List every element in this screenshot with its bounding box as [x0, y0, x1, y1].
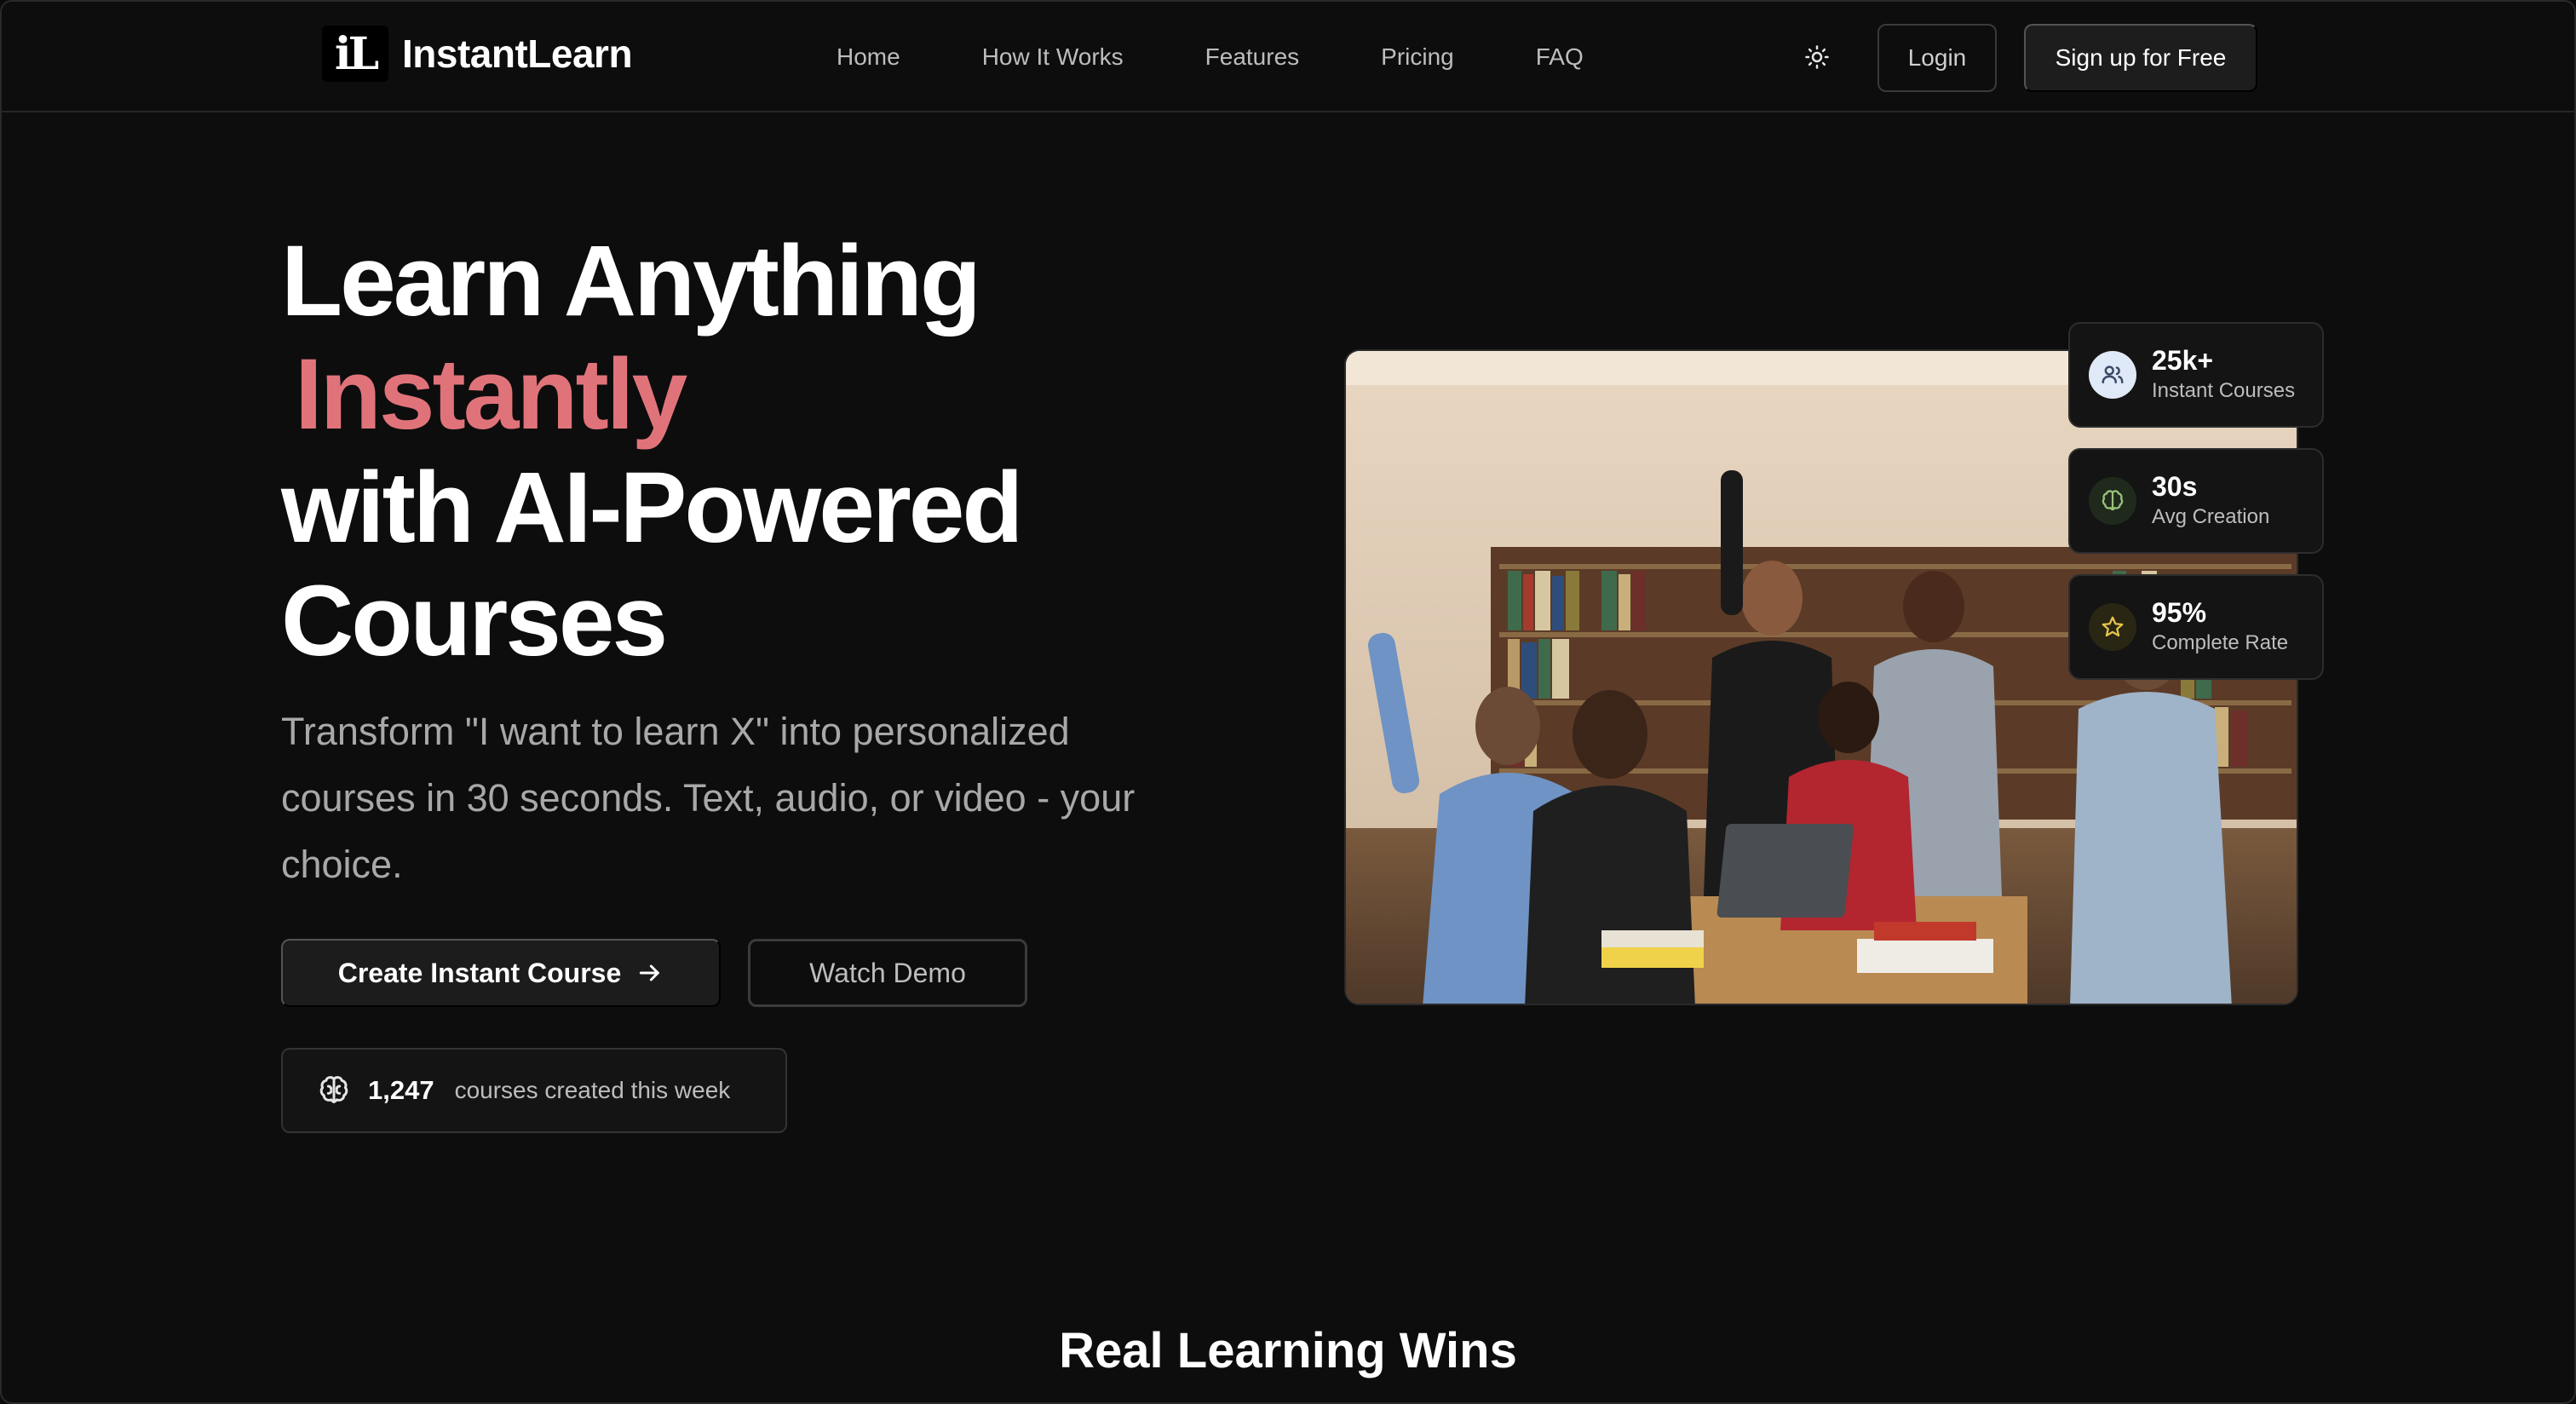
headline-line-3: with AI-Powered [281, 452, 1023, 564]
stat-card-courses: 25k+ Instant Courses [2068, 322, 2324, 428]
top-nav: iL InstantLearn Home How It Works Featur… [2, 2, 2574, 112]
sun-icon [1805, 45, 1829, 69]
stat-card-completion: 95% Complete Rate [2068, 574, 2324, 680]
headline-line-4: Courses [281, 565, 668, 677]
create-course-button[interactable]: Create Instant Course [281, 939, 721, 1007]
headline-line-1: Learn Anything [281, 225, 981, 337]
signup-button[interactable]: Sign up for Free [2024, 24, 2257, 92]
brain-icon [319, 1076, 348, 1103]
nav-link-features[interactable]: Features [1205, 39, 1300, 75]
star-icon [2089, 603, 2136, 651]
nav-link-pricing[interactable]: Pricing [1381, 39, 1454, 75]
weekly-courses-badge: 1,247 courses created this week [281, 1048, 787, 1133]
page: iL InstantLearn Home How It Works Featur… [0, 0, 2576, 1404]
brain-icon [2089, 477, 2136, 525]
weekly-label: courses created this week [454, 1077, 731, 1103]
logo-mark: iL [322, 26, 388, 82]
stat-label: Avg Creation [2152, 505, 2270, 528]
login-button[interactable]: Login [1877, 24, 1997, 92]
weekly-count: 1,247 [368, 1075, 434, 1105]
section-title: Real Learning Wins [1059, 1323, 1517, 1378]
stat-value: 30s [2152, 471, 2198, 502]
arrow-right-icon [636, 959, 664, 987]
nav-link-home[interactable]: Home [837, 39, 900, 75]
create-course-label: Create Instant Course [337, 957, 622, 988]
brand-logo[interactable]: iL InstantLearn [322, 26, 633, 82]
watch-demo-button[interactable]: Watch Demo [748, 939, 1027, 1007]
stat-card-creation: 30s Avg Creation [2068, 448, 2324, 554]
users-icon [2089, 351, 2136, 399]
theme-toggle-button[interactable] [1799, 39, 1835, 75]
nav-link-faq[interactable]: FAQ [1536, 39, 1584, 75]
nav-links: Home How It Works Features Pricing FAQ [837, 39, 1665, 75]
nav-link-how-it-works[interactable]: How It Works [982, 39, 1124, 75]
hero-subtext: Transform "I want to learn X" into perso… [281, 710, 1136, 886]
stat-value: 95% [2152, 597, 2207, 628]
stat-value: 25k+ [2152, 345, 2214, 376]
brand-name: InstantLearn [402, 32, 633, 76]
headline-accent: Instantly [295, 338, 687, 451]
stat-label: Instant Courses [2152, 379, 2296, 402]
stat-label: Complete Rate [2152, 631, 2289, 654]
hero-headline: Learn Anything Instantly with AI-Powered… [281, 225, 1218, 678]
